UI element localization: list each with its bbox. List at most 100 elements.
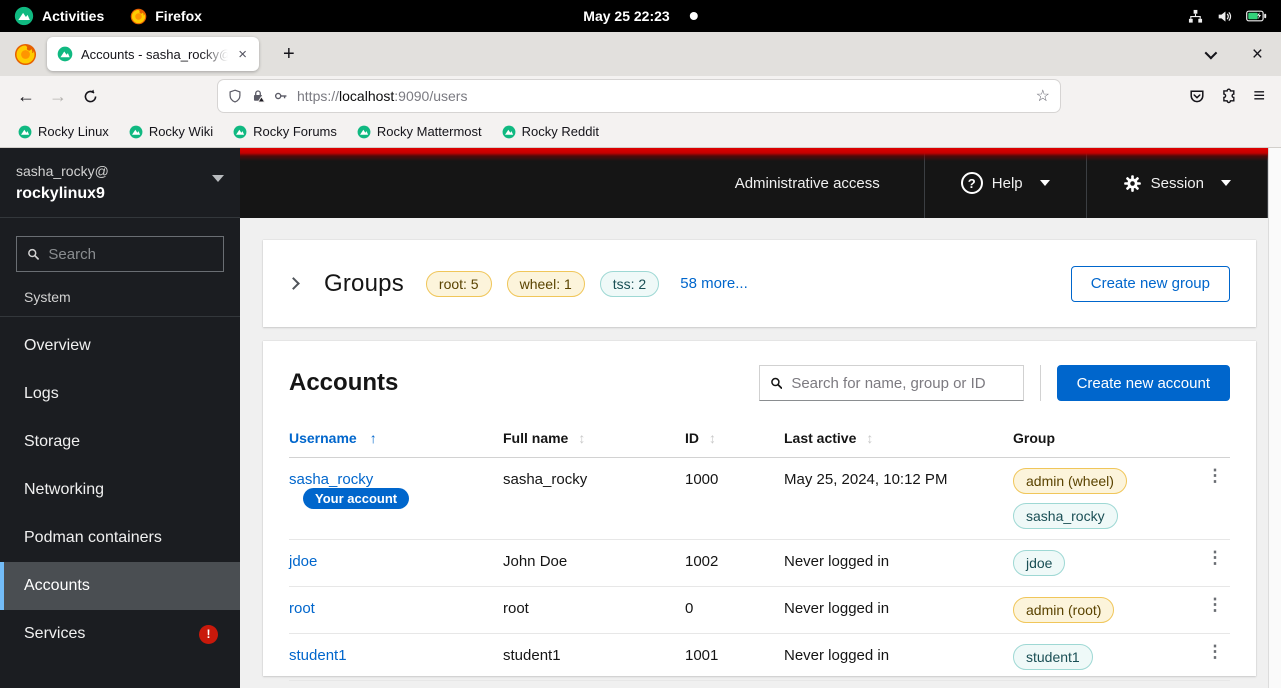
sidebar-nav-item[interactable]: Logs: [0, 370, 240, 418]
bookmark-item[interactable]: Rocky Linux: [12, 121, 115, 142]
search-icon: [770, 376, 783, 390]
actions-column-header: [1200, 422, 1230, 441]
id-cell: 1000: [685, 458, 784, 501]
firefox-logo-icon: [14, 43, 37, 66]
table-header-row: Username ↑ Full name ↕ ID: [289, 422, 1230, 458]
username-cell: student1: [289, 634, 503, 677]
column-header[interactable]: ID ↕: [685, 422, 784, 457]
list-all-tabs-icon[interactable]: [1204, 46, 1217, 59]
sidebar-nav-item[interactable]: Overview: [0, 322, 240, 370]
lock-warning-icon[interactable]: [251, 89, 265, 103]
bookmark-star-icon[interactable]: ☆: [1036, 86, 1050, 106]
tab-close-icon[interactable]: ×: [236, 47, 249, 62]
bookmark-item[interactable]: Rocky Mattermost: [351, 121, 488, 142]
row-actions-cell: ⋮: [1200, 634, 1230, 664]
system-status-area[interactable]: [1188, 9, 1281, 24]
new-tab-button[interactable]: +: [275, 42, 303, 66]
host-switcher-caret-icon: [212, 175, 224, 182]
activities-label: Activities: [42, 8, 104, 24]
tracking-shield-icon[interactable]: [228, 89, 242, 103]
username-link[interactable]: jdoe: [289, 553, 317, 570]
window-close-icon[interactable]: ×: [1252, 45, 1263, 64]
hamburger-menu-icon[interactable]: ≡: [1253, 86, 1265, 106]
username-cell: sasha_rocky Your account: [289, 458, 503, 522]
back-button[interactable]: ←: [10, 81, 42, 111]
sidebar-search-input[interactable]: [48, 246, 213, 263]
pocket-icon[interactable]: [1189, 88, 1205, 104]
sidebar-username: sasha_rocky@: [16, 161, 212, 182]
kebab-menu-icon[interactable]: ⋮: [1199, 547, 1232, 570]
table-body: sasha_rocky Your account sasha_rocky 100…: [289, 458, 1230, 681]
key-icon[interactable]: [274, 89, 288, 103]
admin-access-button[interactable]: Administrative access: [691, 148, 924, 218]
sidebar-nav-item[interactable]: Accounts: [0, 562, 240, 610]
main-area: Administrative access ? Help Session: [240, 148, 1268, 688]
browser-tab[interactable]: Accounts - sasha_rocky@ ×: [47, 37, 259, 71]
create-account-button[interactable]: Create new account: [1057, 365, 1230, 401]
sidebar-nav-item[interactable]: Podman containers: [0, 514, 240, 562]
last-active-cell: Never logged in: [784, 634, 1013, 677]
battery-icon: [1246, 10, 1267, 22]
column-label: ID: [685, 430, 699, 446]
accounts-search-input[interactable]: [791, 375, 1012, 392]
firefox-nav-bar: ← → https://localhost:9090/users ☆ ≡: [0, 76, 1281, 116]
username-cell: jdoe: [289, 540, 503, 583]
column-header[interactable]: Username ↑: [289, 422, 503, 457]
session-menu[interactable]: Session: [1086, 148, 1268, 218]
sidebar: sasha_rocky@ rockylinux9 System Overview…: [0, 148, 240, 688]
full-name-cell: John Doe: [503, 540, 685, 583]
your-account-badge: Your account: [303, 488, 409, 509]
help-menu[interactable]: ? Help: [924, 148, 1086, 218]
page-scrollbar[interactable]: [1268, 148, 1281, 688]
account-row: jdoe John Doe 1002 Never logged in jdoe …: [289, 540, 1230, 587]
kebab-menu-icon[interactable]: ⋮: [1199, 594, 1232, 617]
username-link[interactable]: sasha_rocky: [289, 471, 373, 488]
groups-title: Groups: [324, 270, 404, 298]
username-link[interactable]: root: [289, 600, 315, 617]
bookmark-label: Rocky Linux: [38, 124, 109, 139]
column-label: Username: [289, 430, 357, 446]
column-header[interactable]: Full name ↕: [503, 422, 685, 457]
accounts-toolbar: Create new account: [759, 365, 1230, 401]
bookmark-item[interactable]: Rocky Wiki: [123, 121, 219, 142]
bookmark-item[interactable]: Rocky Forums: [227, 121, 343, 142]
focused-app-label: Firefox: [155, 8, 202, 24]
username-link[interactable]: student1: [289, 647, 347, 664]
kebab-menu-icon[interactable]: ⋮: [1199, 641, 1232, 664]
sidebar-search[interactable]: [16, 236, 224, 272]
accounts-search[interactable]: [759, 365, 1024, 401]
group-badge: admin (wheel): [1013, 468, 1127, 494]
sidebar-nav-item[interactable]: Storage: [0, 418, 240, 466]
kebab-menu-icon[interactable]: ⋮: [1199, 465, 1232, 488]
row-actions-cell: ⋮: [1200, 540, 1230, 570]
url-bar[interactable]: https://localhost:9090/users ☆: [218, 80, 1060, 112]
extensions-puzzle-icon[interactable]: [1221, 88, 1237, 104]
activities-button[interactable]: Activities: [14, 6, 104, 26]
groups-more-link[interactable]: 58 more...: [680, 275, 748, 292]
forward-button[interactable]: →: [42, 81, 74, 111]
bookmark-rocky-icon: [357, 125, 371, 139]
sidebar-nav-item[interactable]: Networking: [0, 466, 240, 514]
group-badge: jdoe: [1013, 550, 1065, 576]
focused-app-menu[interactable]: Firefox: [130, 8, 202, 25]
url-text: https://localhost:9090/users: [297, 88, 1027, 104]
sidebar-nav-item[interactable]: Services !: [0, 610, 240, 658]
full-name-cell: student1: [503, 634, 685, 677]
clock[interactable]: May 25 22:23: [583, 8, 669, 24]
groups-card: Groups root: 5wheel: 1tss: 2 58 more... …: [263, 240, 1256, 327]
accounts-title: Accounts: [289, 369, 398, 397]
host-switcher[interactable]: sasha_rocky@ rockylinux9: [0, 148, 240, 218]
bookmark-rocky-icon: [129, 125, 143, 139]
account-row: root root 0 Never logged in admin (root)…: [289, 587, 1230, 634]
groups-expand-button[interactable]: [289, 279, 315, 288]
activities-rocky-icon: [14, 6, 34, 26]
reload-button[interactable]: [74, 81, 106, 111]
bookmark-item[interactable]: Rocky Reddit: [496, 121, 605, 142]
cockpit-app: sasha_rocky@ rockylinux9 System Overview…: [0, 148, 1281, 688]
group-cell: student1: [1013, 634, 1200, 680]
sidebar-item-label: Services: [24, 625, 85, 643]
create-group-button[interactable]: Create new group: [1071, 266, 1230, 302]
id-cell: 1001: [685, 634, 784, 677]
last-active-cell: Never logged in: [784, 587, 1013, 630]
column-header[interactable]: Last active ↕: [784, 422, 1013, 457]
